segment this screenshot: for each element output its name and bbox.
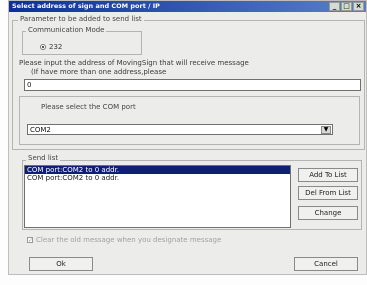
com-port-select-value: COM2 <box>30 126 51 134</box>
parameter-group-title: Parameter to be added to send list <box>18 15 144 23</box>
address-input[interactable]: 0 <box>24 79 361 91</box>
com-port-group-title: Please select the COM port <box>39 103 138 111</box>
communication-mode-group <box>22 31 142 55</box>
send-list-title: Send list <box>26 154 61 162</box>
delete-from-list-button[interactable]: Del From List <box>298 186 358 200</box>
send-list-box[interactable]: COM port:COM2 to 0 addr. COM port:COM2 t… <box>24 165 291 228</box>
clear-old-message-label: Clear the old message when you designate… <box>36 236 222 244</box>
rs232-radio-label: 232 <box>49 43 63 51</box>
add-to-list-button[interactable]: Add To List <box>298 168 358 182</box>
chevron-down-icon[interactable]: ▼ <box>321 126 331 134</box>
clear-old-message-checkbox[interactable]: ✓ <box>27 237 33 244</box>
title-bar-buttons: _ □ × <box>329 2 364 11</box>
close-button[interactable]: × <box>353 2 364 11</box>
minimize-button[interactable]: _ <box>329 2 340 11</box>
cancel-button[interactable]: Cancel <box>294 257 358 271</box>
send-list-item[interactable]: COM port:COM2 to 0 addr. <box>25 166 290 174</box>
title-bar[interactable]: Select address of sign and COM port / IP… <box>9 1 366 12</box>
communication-mode-title: Communication Mode <box>26 26 107 34</box>
window-title: Select address of sign and COM port / IP <box>12 2 160 10</box>
dialog-window: Select address of sign and COM port / IP… <box>8 0 367 275</box>
change-button[interactable]: Change <box>298 206 358 220</box>
ok-button[interactable]: Ok <box>29 257 93 271</box>
maximize-button[interactable]: □ <box>341 2 352 11</box>
address-prompt-line-1: Please input the address of MovingSign t… <box>19 59 249 67</box>
com-port-select[interactable]: COM2 ▼ <box>27 124 333 135</box>
rs232-radio[interactable] <box>40 44 46 50</box>
address-prompt-line-2: (If have more than one address,please <box>31 68 167 76</box>
send-list-item[interactable]: COM port:COM2 to 0 addr. <box>25 174 290 182</box>
